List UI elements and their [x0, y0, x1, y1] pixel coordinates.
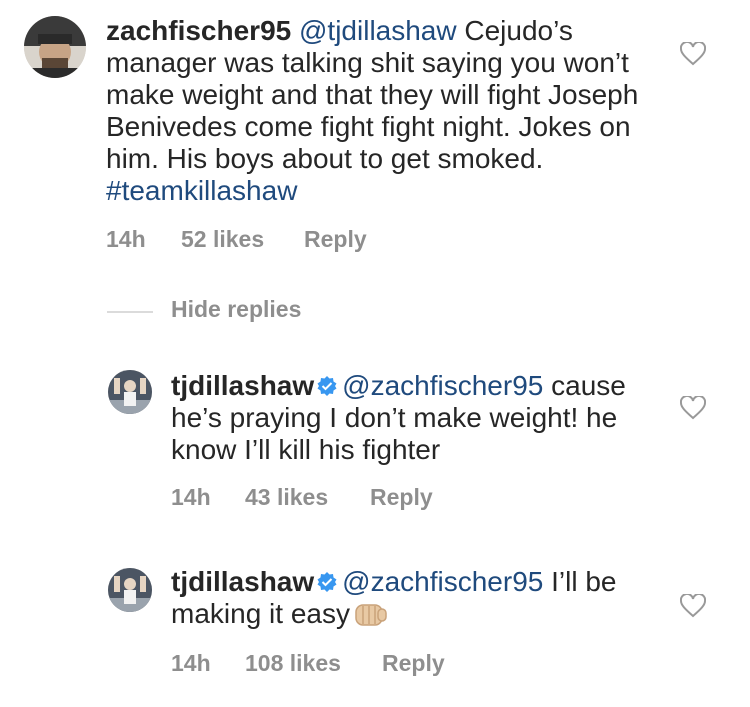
- reply-reply-button[interactable]: Reply: [370, 484, 433, 511]
- like-heart-icon[interactable]: [679, 40, 707, 66]
- comment-mention[interactable]: @tjdillashaw: [299, 15, 457, 46]
- reply-mention[interactable]: @zachfischer95: [342, 566, 543, 597]
- reply-reply-button[interactable]: Reply: [382, 650, 445, 677]
- like-heart-icon[interactable]: [679, 592, 707, 618]
- fist-bump-icon: [355, 604, 387, 626]
- reply-likes[interactable]: 108 likes: [245, 650, 341, 677]
- comment-reply-button[interactable]: Reply: [304, 226, 367, 253]
- comment-username[interactable]: zachfischer95: [106, 15, 291, 46]
- reply-meta: 14h 43 likes Reply: [171, 484, 571, 514]
- verified-badge-icon: [317, 572, 337, 592]
- avatar[interactable]: [24, 16, 86, 78]
- hide-replies-divider: [107, 311, 153, 313]
- reply-likes[interactable]: 43 likes: [245, 484, 328, 511]
- reply-username[interactable]: tjdillashaw: [171, 370, 314, 401]
- user-photo-icon: [108, 568, 152, 612]
- reply-meta: 14h 108 likes Reply: [171, 650, 571, 680]
- avatar[interactable]: [108, 568, 152, 612]
- user-photo-icon: [24, 16, 86, 78]
- reply-time: 14h: [171, 484, 211, 510]
- comment-meta: 14h 52 likes Reply: [106, 226, 506, 256]
- user-photo-icon: [108, 370, 152, 414]
- reply-text: tjdillashaw @zachfischer95 cause he’s pra…: [171, 370, 651, 466]
- reply-mention[interactable]: @zachfischer95: [342, 370, 543, 401]
- reply-username[interactable]: tjdillashaw: [171, 566, 314, 597]
- like-heart-icon[interactable]: [679, 394, 707, 420]
- hide-replies-button[interactable]: Hide replies: [171, 296, 301, 323]
- comment-text: zachfischer95 @tjdillashaw Cejudo’s mana…: [106, 15, 646, 207]
- comment-time: 14h: [106, 226, 146, 252]
- verified-badge-icon: [317, 376, 337, 396]
- reply-text: tjdillashaw @zachfischer95 I’ll be making…: [171, 566, 651, 630]
- avatar[interactable]: [108, 370, 152, 414]
- comment-hashtag[interactable]: #teamkillashaw: [106, 175, 297, 206]
- comment-likes[interactable]: 52 likes: [181, 226, 264, 253]
- reply-time: 14h: [171, 650, 211, 676]
